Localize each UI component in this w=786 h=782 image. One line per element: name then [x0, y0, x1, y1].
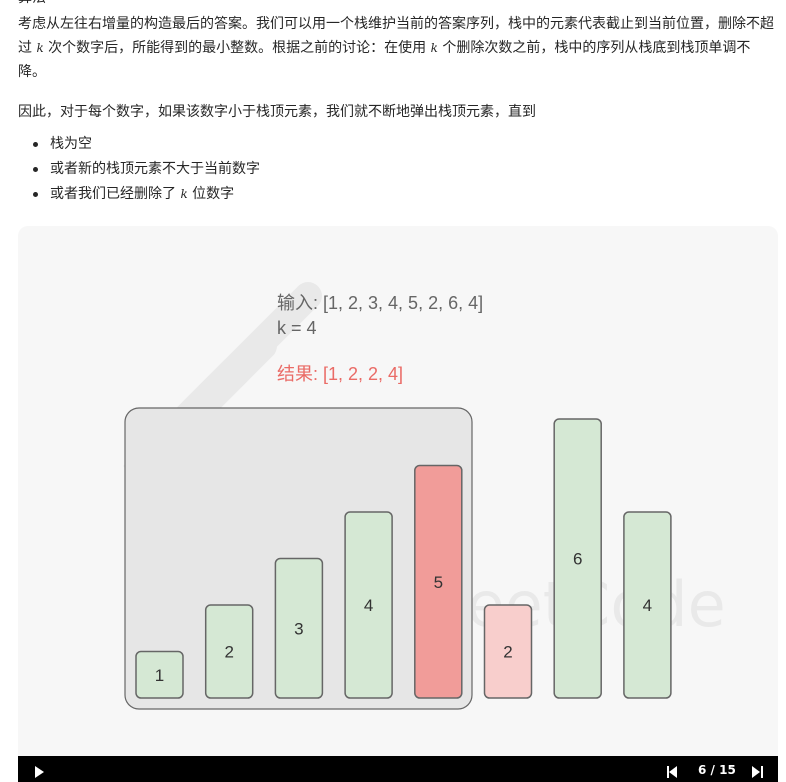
- condition-list: 栈为空 或者新的栈顶元素不大于当前数字 或者我们已经删除了 k 位数字: [18, 132, 260, 207]
- input-label: 输入: [1, 2, 3, 4, 5, 2, 6, 4]: [277, 293, 483, 313]
- result-label: 结果: [1, 2, 2, 4]: [277, 364, 403, 384]
- truncated-heading: 算法: [18, 0, 778, 10]
- digit-bar-label: 4: [643, 596, 652, 615]
- play-icon[interactable]: [35, 766, 44, 778]
- paragraph-intro: 考虑从左往右增量的构造最后的答案。我们可以用一个栈维护当前的答案序列，栈中的元素…: [18, 12, 778, 84]
- k-label: k = 4: [277, 318, 317, 338]
- animation-frame: LeetCode 输入: [1, 2, 3, 4, 5, 2, 6, 4] k …: [18, 226, 778, 756]
- list-item-text: 或者我们已经删除了: [50, 186, 181, 202]
- p1-text-b: 次个数字后，所能得到的最小整数。根据之前的讨论：在使用: [43, 40, 431, 56]
- player-controls: 6 / 15: [18, 756, 778, 782]
- list-item-text: 或者新的栈顶元素不大于当前数字: [50, 161, 260, 177]
- digit-bar-label: 2: [503, 643, 512, 662]
- list-item: 或者我们已经删除了 k 位数字: [18, 182, 260, 207]
- digit-bar-label: 3: [294, 619, 303, 638]
- frame-indicator: 6 / 15: [698, 763, 736, 777]
- math-k: k: [180, 187, 188, 201]
- math-k: k: [430, 41, 438, 55]
- animation-canvas: LeetCode 输入: [1, 2, 3, 4, 5, 2, 6, 4] k …: [123, 282, 726, 710]
- previous-frame-icon[interactable]: [667, 766, 679, 778]
- list-item: 栈为空: [18, 132, 260, 157]
- list-item-text: 栈为空: [50, 136, 92, 152]
- math-k: k: [36, 41, 44, 55]
- paragraph-therefore: 因此，对于每个数字，如果该数字小于栈顶元素，我们就不断地弹出栈顶元素，直到: [18, 104, 536, 120]
- digit-bar-label: 4: [364, 596, 373, 615]
- digit-bar-label: 5: [434, 573, 443, 592]
- list-item-text: 位数字: [187, 186, 235, 202]
- list-item: 或者新的栈顶元素不大于当前数字: [18, 157, 260, 182]
- digit-bar-label: 2: [224, 643, 233, 662]
- next-frame-icon[interactable]: [752, 766, 764, 778]
- digit-bar-label: 1: [155, 666, 164, 685]
- digit-bar-label: 6: [573, 550, 582, 569]
